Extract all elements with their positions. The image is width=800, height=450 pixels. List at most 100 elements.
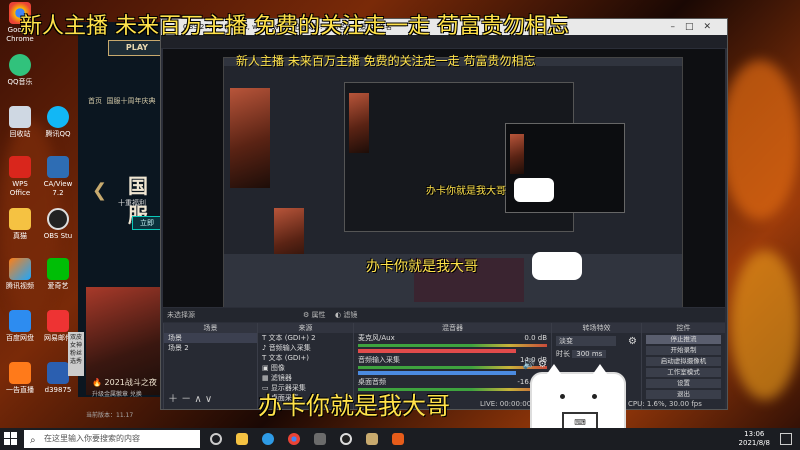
clock-date: 2021/8/8 — [738, 439, 770, 447]
desktop-icon-baidu-netdisk[interactable]: 百度网盘 — [2, 310, 38, 343]
mic-icon: ♪ — [262, 344, 267, 352]
volume-meter — [358, 344, 547, 347]
obs-taskbar-icon[interactable] — [340, 433, 352, 445]
desktop-icon-qqmusic[interactable]: QQ音乐 — [2, 54, 38, 87]
flame-decoration — [730, 250, 800, 400]
no-source-label: 未选择源 — [167, 311, 195, 319]
filters-button[interactable]: ◐ 滤镜 — [335, 308, 357, 322]
carousel-prev-icon[interactable]: ❮ — [92, 180, 107, 201]
live-timer: LIVE: 00:00:00 — [480, 400, 532, 408]
volume-slider[interactable] — [358, 371, 516, 375]
side-tip-panel[interactable]: 双皮 女神 粉丝 选秀 — [68, 332, 84, 376]
duration-field[interactable]: 时长 300 ms — [552, 349, 641, 359]
virtual-camera-button[interactable]: 启动虚拟摄像机 — [646, 357, 721, 366]
cat-ear — [544, 364, 564, 378]
source-item[interactable]: ▣ 图像 — [258, 363, 353, 373]
desktop-icon-folder[interactable]: 真猫 — [2, 208, 38, 241]
caview-icon — [47, 156, 69, 178]
source-item[interactable]: ▦ 滤镜器 — [258, 373, 353, 383]
obs-icon — [47, 208, 69, 230]
nested-thumbnail — [510, 134, 524, 174]
event-card-subtitle: 升级金属徽章 兑换 — [92, 391, 142, 398]
controls-panel: 控件 停止推流 开始录制 启动虚拟摄像机 工作室模式 设置 退出 — [641, 323, 725, 409]
explorer-icon[interactable] — [236, 433, 248, 445]
desktop-icon-recycle-bin[interactable]: 回收站 — [2, 106, 38, 139]
clock-time: 13:06 — [744, 430, 765, 438]
stop-stream-button[interactable]: 停止推流 — [646, 335, 721, 344]
folder-icon — [9, 208, 31, 230]
qq-icon — [47, 106, 69, 128]
sources-header: 来源 — [258, 323, 353, 333]
cat-mascot-small — [514, 178, 554, 202]
app-taskbar-icon[interactable] — [392, 433, 404, 445]
desktop-icon-tencent-video[interactable]: 腾讯视频 — [2, 258, 38, 291]
scene-item[interactable]: 场景 2 — [164, 343, 257, 353]
controls-header: 控件 — [642, 323, 725, 333]
edge-icon[interactable] — [262, 433, 274, 445]
lol-taskbar-icon[interactable] — [366, 433, 378, 445]
properties-button[interactable]: ⚙ 属性 — [303, 308, 326, 322]
banner-cta-button[interactable]: 立即 — [132, 216, 162, 230]
source-item[interactable]: T 文本 (GDI+) — [258, 353, 353, 363]
cat-eye — [560, 394, 565, 399]
file-icon — [47, 362, 69, 384]
filter-icon: ▦ — [262, 374, 269, 382]
source-item[interactable]: T 文本 (GDI+) 2 — [258, 333, 353, 343]
source-toolbar: 未选择源 ⚙ 属性 ◐ 滤镜 — [163, 308, 725, 322]
play-button[interactable]: PLAY — [108, 40, 166, 56]
source-item[interactable]: ♪ 音频输入采集 — [258, 343, 353, 353]
qqmusic-icon — [9, 54, 31, 76]
desktop-icon-iqiyi[interactable]: 爱奇艺 — [40, 258, 76, 291]
transition-select[interactable]: 淡变 — [556, 336, 616, 346]
gear-icon[interactable]: ⚙ — [628, 336, 637, 347]
cpu-fps-status: CPU: 1.6%, 30.00 fps — [628, 400, 702, 408]
window-controls[interactable]: –□✕ — [670, 19, 721, 35]
streamer-banner-nested: 新人主播 未来百万主播 免费的关注走一走 苟富贵勿相忘 — [236, 54, 536, 68]
mixer-header: 混音器 — [354, 323, 551, 333]
nested-thumbnail — [230, 88, 270, 188]
taskbar: ⌕ 在这里输入你要搜索的内容 13:06 2021/8/8 — [0, 428, 800, 450]
volume-slider[interactable] — [358, 349, 516, 353]
desktop-icon-obs[interactable]: OBS Stu — [40, 208, 76, 241]
netease-mail-icon — [47, 310, 69, 332]
start-recording-button[interactable]: 开始录制 — [646, 346, 721, 355]
scene-item[interactable]: 场景 — [164, 333, 257, 343]
image-icon: ▣ — [262, 364, 269, 372]
recycle-bin-icon — [9, 106, 31, 128]
search-icon: ⌕ — [30, 435, 36, 446]
task-view-icon[interactable] — [210, 433, 222, 445]
nested-preview-2 — [344, 82, 625, 232]
danmaku-large: 办卡你就是我大哥 — [258, 392, 450, 420]
danmaku-mid: 办卡你就是我大哥 — [366, 259, 478, 275]
danmaku-small: 办卡你就是我大哥 — [426, 186, 506, 197]
desktop-icon-qq[interactable]: 腾讯QQ — [40, 106, 76, 139]
desktop-icon-wps[interactable]: WPS Office — [2, 156, 38, 198]
speaker-icon[interactable]: 🔊 — [523, 359, 535, 370]
live-app-icon — [9, 362, 31, 384]
banner-subtitle: 十重福利 — [118, 199, 146, 207]
cat-mascot-mid — [532, 252, 582, 280]
taskbar-clock[interactable]: 13:06 2021/8/8 — [739, 430, 770, 448]
settings-taskbar-icon[interactable] — [314, 433, 326, 445]
desktop-icon-caview[interactable]: CA/View 7.2 — [40, 156, 76, 198]
studio-mode-button[interactable]: 工作室模式 — [646, 368, 721, 377]
settings-button[interactable]: 设置 — [646, 379, 721, 388]
obs-window: OBS 27.0.1 (64-bit, windows) - 配置文件: 未命名… — [160, 18, 728, 410]
scenes-header: 场景 — [164, 323, 257, 333]
event-card-title: 🔥 2021战斗之夜 — [92, 378, 157, 387]
scene-controls[interactable]: ＋ － ∧ ∨ — [168, 390, 212, 405]
volume-meter — [358, 366, 547, 369]
taskbar-search-input[interactable]: ⌕ 在这里输入你要搜索的内容 — [24, 430, 200, 448]
windows-start-icon[interactable] — [4, 432, 18, 446]
game-client-window: PLAY 首页 国服十周年庆典 ❮ 国服 十重福利 立即 🔥 2021战斗之夜 … — [78, 22, 168, 419]
exit-button[interactable]: 退出 — [646, 390, 721, 399]
notification-icon[interactable] — [780, 433, 792, 445]
transitions-header: 转场特效 — [552, 323, 641, 333]
chrome-taskbar-icon[interactable] — [288, 433, 300, 445]
nav-anniversary[interactable]: 国服十周年庆典 — [106, 97, 155, 105]
desktop-icons: Google Chrome QQ音乐 回收站 WPS Office CA/Vie… — [0, 0, 78, 420]
cat-ear — [590, 364, 610, 378]
desktop-icon-live[interactable]: 一告直播 — [2, 362, 38, 395]
text-icon: T — [262, 334, 267, 342]
nav-home[interactable]: 首页 国服十周年庆典 — [88, 96, 155, 106]
